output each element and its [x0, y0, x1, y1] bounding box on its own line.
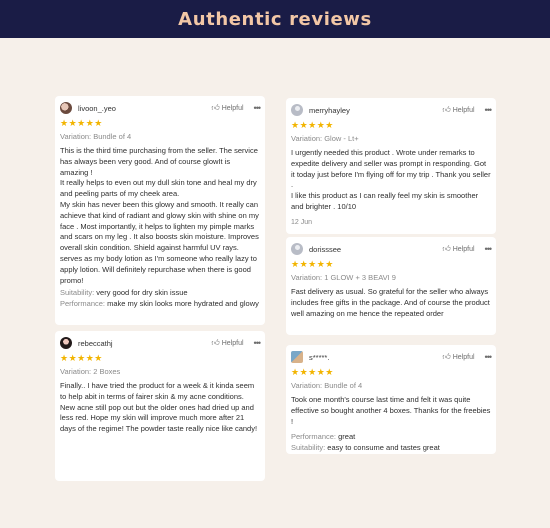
user-avatar — [60, 337, 72, 349]
review-date: 12 Jun — [291, 218, 313, 226]
thumbs-up-icon: 👍︎ — [442, 105, 451, 114]
more-options-icon[interactable]: ••• — [485, 244, 493, 254]
star-rating: ★★★★★ — [291, 120, 334, 130]
review-text: I urgently needed this product . Wrote u… — [291, 148, 491, 211]
review-performance: Performance: great — [291, 432, 356, 442]
review-card: merryhayley 👍︎ Helpful ••• ★★★★★ Variatio… — [286, 98, 496, 234]
review-card: s*****. 👍︎ Helpful ••• ★★★★★ Variation: B… — [286, 345, 496, 454]
user-avatar — [291, 351, 303, 363]
default-avatar-icon — [291, 243, 303, 255]
page-header: Authentic reviews — [0, 0, 550, 38]
page-title: Authentic reviews — [178, 8, 372, 30]
thumbs-up-icon: 👍︎ — [442, 352, 451, 361]
review-suitability: Suitability: very good for dry skin issu… — [60, 288, 188, 298]
helpful-button[interactable]: 👍︎ Helpful — [211, 338, 243, 348]
review-variation: Variation: 2 Boxes — [60, 367, 121, 376]
helpful-button[interactable]: 👍︎ Helpful — [442, 244, 474, 254]
review-username: livoon_.yeo — [78, 103, 116, 113]
review-variation: Variation: Bundle of 4 — [60, 132, 132, 141]
helpful-label: Helpful — [452, 245, 475, 253]
review-text: Fast delivery as usual. So grateful for … — [291, 287, 490, 318]
review-variation: Variation: Glow - Lt+ — [291, 134, 359, 143]
helpful-button[interactable]: 👍︎ Helpful — [442, 352, 474, 362]
star-rating: ★★★★★ — [291, 259, 334, 269]
helpful-label: Helpful — [452, 106, 475, 114]
star-rating: ★★★★★ — [60, 118, 103, 128]
review-card: rebeccathj 👍︎ Helpful ••• ★★★★★ Variation… — [55, 331, 265, 481]
default-avatar-icon — [291, 104, 303, 116]
thumbs-up-icon: 👍︎ — [211, 103, 220, 112]
review-username: merryhayley — [309, 105, 350, 115]
review-card: dorisssee 👍︎ Helpful ••• ★★★★★ Variation:… — [286, 237, 496, 335]
review-card: livoon_.yeo 👍︎ Helpful ••• ★★★★★ Variatio… — [55, 96, 265, 325]
user-avatar — [60, 102, 72, 114]
review-performance: Performance: make my skin looks more hyd… — [60, 299, 259, 309]
review-username: dorisssee — [309, 244, 342, 254]
helpful-label: Helpful — [221, 339, 244, 347]
review-text: Took one month's course last time and fe… — [291, 395, 491, 426]
thumbs-up-icon: 👍︎ — [442, 244, 451, 253]
review-text: This is the third time purchasing from t… — [60, 146, 259, 285]
helpful-label: Helpful — [221, 104, 244, 112]
more-options-icon[interactable]: ••• — [485, 352, 493, 362]
thumbs-up-icon: 👍︎ — [211, 338, 220, 347]
star-rating: ★★★★★ — [291, 367, 334, 377]
review-variation: Variation: 1 GLOW + 3 BEAVI 9 — [291, 273, 396, 282]
review-username: rebeccathj — [78, 338, 113, 348]
more-options-icon[interactable]: ••• — [254, 103, 262, 113]
helpful-button[interactable]: 👍︎ Helpful — [442, 105, 474, 115]
more-options-icon[interactable]: ••• — [254, 338, 262, 348]
review-username: s*****. — [309, 352, 330, 362]
helpful-button[interactable]: 👍︎ Helpful — [211, 103, 243, 113]
review-text: Finally.. I have tried the product for a… — [60, 381, 258, 434]
star-rating: ★★★★★ — [60, 353, 103, 363]
more-options-icon[interactable]: ••• — [485, 105, 493, 115]
helpful-label: Helpful — [452, 353, 475, 361]
review-suitability: Suitability: easy to consume and tastes … — [291, 443, 440, 453]
review-variation: Variation: Bundle of 4 — [291, 381, 363, 390]
